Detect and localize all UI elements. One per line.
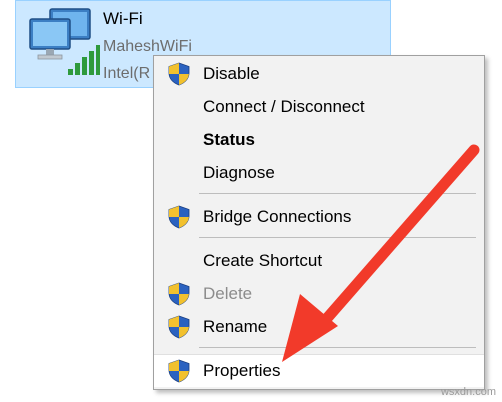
menu-item-label: Disable [203, 64, 260, 83]
menu-item-diagnose[interactable]: Diagnose [154, 157, 484, 189]
menu-item-properties[interactable]: Properties [154, 354, 484, 387]
watermark-text: wsxdn.com [440, 386, 496, 398]
adapter-ssid: MaheshWiFi [103, 38, 192, 55]
menu-item-label: Connect / Disconnect [203, 97, 365, 116]
context-menu: Disable Connect / Disconnect Status Diag… [153, 55, 485, 390]
network-adapter-icon [29, 8, 100, 75]
menu-separator [199, 347, 476, 348]
menu-item-status[interactable]: Status [154, 124, 484, 156]
uac-shield-icon [168, 205, 190, 229]
uac-shield-icon [168, 315, 190, 339]
uac-shield-icon [168, 359, 190, 383]
adapter-device: Intel(R [103, 65, 151, 82]
menu-item-label: Bridge Connections [203, 207, 352, 226]
uac-shield-icon [168, 282, 190, 306]
menu-separator [199, 193, 476, 194]
menu-item-label: Delete [203, 284, 253, 303]
menu-item-bridge-connections[interactable]: Bridge Connections [154, 201, 484, 233]
menu-item-label: Properties [203, 361, 281, 380]
menu-item-label: Status [203, 130, 255, 149]
menu-item-connect-disconnect[interactable]: Connect / Disconnect [154, 91, 484, 123]
uac-shield-icon [168, 62, 190, 86]
menu-item-rename[interactable]: Rename [154, 311, 484, 343]
adapter-name: Wi-Fi [103, 9, 143, 28]
menu-item-create-shortcut[interactable]: Create Shortcut [154, 245, 484, 277]
menu-item-delete: Delete [154, 278, 484, 310]
menu-item-label: Diagnose [203, 163, 275, 182]
menu-item-disable[interactable]: Disable [154, 58, 484, 90]
menu-item-label: Rename [203, 317, 268, 336]
menu-separator [199, 237, 476, 238]
menu-item-label: Create Shortcut [203, 251, 323, 270]
